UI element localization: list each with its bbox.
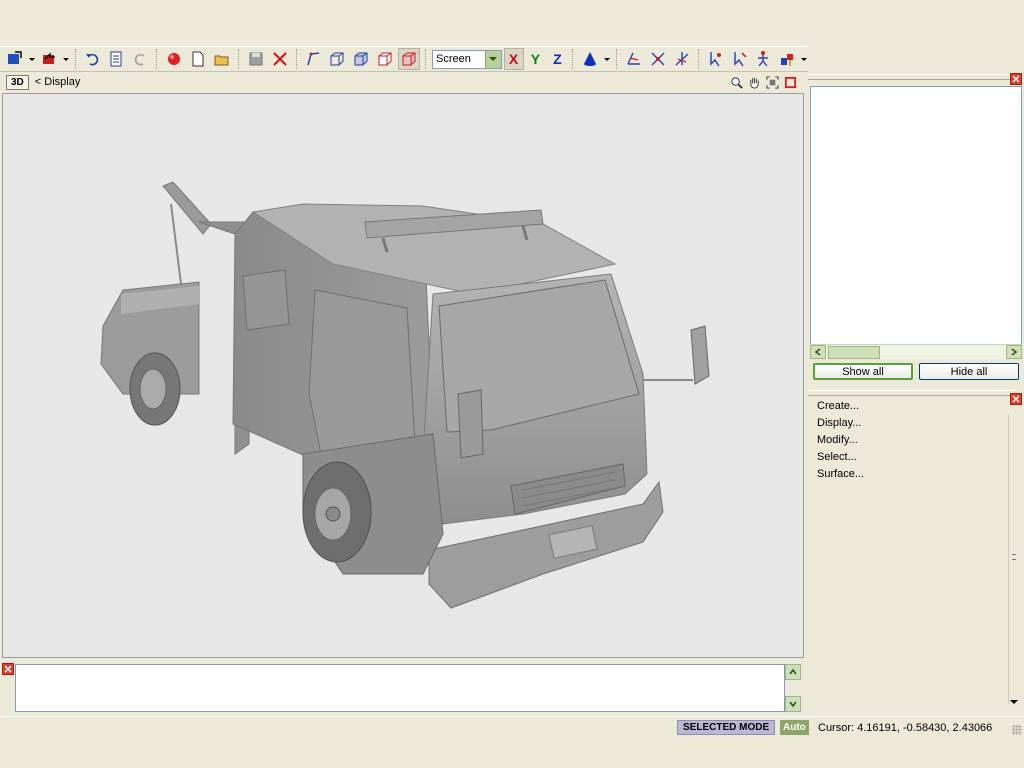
curve-tool-icon[interactable] — [303, 48, 325, 70]
pan-hand-icon[interactable] — [746, 74, 762, 90]
object-list[interactable] — [810, 86, 1022, 358]
hide-all-button[interactable]: Hide all — [919, 363, 1019, 380]
axis-z-button[interactable]: Z — [547, 48, 567, 70]
viewport-header: 3D < Display — [0, 72, 804, 92]
paint-dropdown-arrow[interactable] — [800, 48, 808, 70]
menu-item-select[interactable]: Select... — [817, 449, 1008, 466]
paint-tool-icon[interactable] — [776, 48, 798, 70]
delete-icon[interactable] — [269, 48, 291, 70]
redo-icon[interactable] — [129, 48, 151, 70]
cube-red-icon[interactable] — [374, 48, 396, 70]
export-dropdown-arrow[interactable] — [62, 48, 70, 70]
pointer-edit-icon[interactable] — [729, 48, 751, 70]
axis-rotate-icon[interactable] — [647, 48, 669, 70]
show-all-button[interactable]: Show all — [813, 363, 913, 380]
cube-active-icon[interactable] — [398, 48, 421, 70]
axis-scale-icon[interactable] — [671, 48, 693, 70]
save-icon[interactable] — [245, 48, 267, 70]
scroll-thumb[interactable] — [828, 346, 880, 359]
view-3d-badge[interactable]: 3D — [6, 74, 29, 90]
console-panel — [0, 660, 804, 714]
toolbar-separator — [74, 49, 77, 69]
panel-grip[interactable] — [808, 390, 1014, 396]
cone-dropdown-arrow[interactable] — [603, 48, 611, 70]
new-file-icon[interactable] — [187, 48, 209, 70]
scroll-up-icon[interactable] — [785, 664, 801, 680]
object-list-scrollbar[interactable] — [810, 344, 1022, 359]
console-close-icon[interactable] — [2, 663, 14, 675]
console-scrollbar[interactable] — [785, 664, 801, 712]
toolbar-separator — [156, 49, 158, 69]
viewport-tools — [728, 74, 798, 90]
pointer-select-icon[interactable] — [705, 48, 727, 70]
panel-grip[interactable] — [808, 74, 1014, 80]
cube-shaded-icon[interactable] — [350, 48, 372, 70]
cone-icon[interactable] — [579, 48, 601, 70]
toolbar-separator — [572, 49, 574, 69]
import-icon[interactable] — [4, 48, 26, 70]
scroll-thumb[interactable] — [1012, 554, 1016, 560]
scroll-down-icon[interactable] — [785, 696, 801, 712]
commands-panel-close-icon[interactable] — [1010, 393, 1022, 405]
menu-item-display[interactable]: Display... — [817, 415, 1008, 432]
toolbar-separator — [616, 49, 618, 69]
fit-view-icon[interactable] — [764, 74, 780, 90]
3d-viewport[interactable] — [2, 93, 804, 658]
axis-move-icon[interactable] — [623, 48, 645, 70]
cube-wire-icon[interactable] — [327, 48, 349, 70]
toolbar-separator — [425, 49, 427, 69]
title-area — [0, 0, 1024, 46]
command-menu: Create... Display... Modify... Select...… — [808, 398, 1008, 483]
scroll-right-icon[interactable] — [1006, 345, 1022, 359]
mode-badge: SELECTED MODE — [677, 720, 776, 735]
undo-icon[interactable] — [82, 48, 104, 70]
view-mode-select[interactable]: Screen — [432, 49, 502, 69]
scroll-down-icon[interactable] — [1010, 700, 1018, 704]
axis-y-button[interactable]: Y — [526, 48, 546, 70]
command-scrollbar[interactable] — [1008, 414, 1018, 704]
menu-item-surface[interactable]: Surface... — [817, 466, 1008, 483]
toolbar-separator — [697, 49, 700, 69]
resize-grip-icon[interactable] — [1012, 725, 1022, 735]
import-dropdown-arrow[interactable] — [28, 48, 36, 70]
history-icon[interactable] — [106, 48, 128, 70]
breadcrumb[interactable]: < Display — [35, 76, 81, 88]
figure-icon[interactable] — [752, 48, 774, 70]
view-mode-value: Screen — [436, 53, 471, 65]
cursor-readout: Cursor: 4.16191, -0.58430, 2.43066 — [818, 721, 993, 734]
tow-truck-model — [100, 181, 710, 609]
scroll-left-icon[interactable] — [810, 345, 826, 359]
export-icon[interactable] — [38, 48, 60, 70]
toolbar-separator — [295, 49, 298, 69]
right-panel: Show all Hide all Create... Display... M… — [808, 72, 1024, 716]
record-icon[interactable] — [163, 48, 185, 70]
console-output[interactable] — [15, 664, 785, 712]
menu-item-create[interactable]: Create... — [817, 398, 1008, 415]
objects-panel-close-icon[interactable] — [1010, 73, 1022, 85]
auto-toggle[interactable]: Auto — [780, 720, 809, 735]
toolbar-separator — [237, 49, 240, 69]
open-folder-icon[interactable] — [211, 48, 233, 70]
status-bar: SELECTED MODE Auto Cursor: 4.16191, -0.5… — [0, 716, 1024, 738]
main-toolbar: Screen X Y Z — [0, 46, 808, 72]
chevron-down-icon[interactable] — [484, 50, 501, 68]
menu-item-modify[interactable]: Modify... — [817, 432, 1008, 449]
maximize-view-icon[interactable] — [782, 74, 798, 90]
axis-x-button[interactable]: X — [503, 48, 524, 70]
zoom-icon[interactable] — [728, 74, 744, 90]
